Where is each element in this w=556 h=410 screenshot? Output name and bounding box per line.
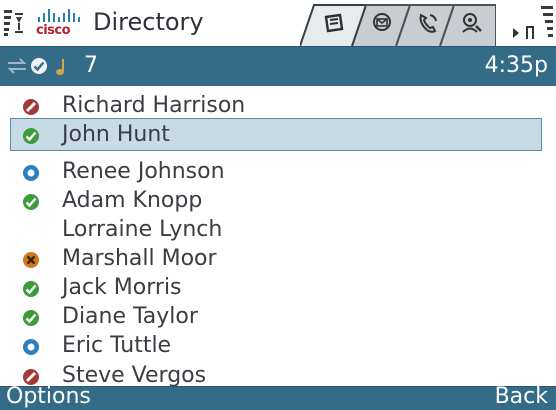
handset-icon [526,26,534,39]
tabs-scroll-right-icon[interactable] [513,28,519,38]
contact-row[interactable]: Richard Harrison [0,92,556,120]
app-title: Directory [93,8,204,36]
contact-name: Steve Vergos [62,363,207,386]
contact-row[interactable]: Renee Johnson [0,158,556,186]
contact-row[interactable]: Lorraine Lynch [0,216,556,244]
tab-contacts[interactable] [300,3,366,46]
contact-name: Adam Knopp [62,188,203,213]
presence-search-icon [462,13,482,33]
contact-list: Richard Harrison John Hunt Renee Johnson… [0,86,556,386]
wifi-signal-icon [541,6,553,40]
signal-strength-icon [4,10,12,36]
clock-time: 4:35p [484,53,548,78]
cisco-logo: cisco [36,8,80,40]
contact-name: Renee Johnson [62,159,225,184]
tab-strip [300,3,556,46]
contact-row[interactable]: Marshall Moor [0,245,556,273]
busy-status-icon [23,99,39,115]
contact-name: Diane Taylor [62,304,198,329]
contact-name: Eric Tuttle [62,333,172,358]
available-status-icon [23,281,39,297]
contact-name: John Hunt [62,122,170,147]
battery-icon [15,13,23,33]
status-count: 7 [84,53,98,78]
contact-row[interactable]: Steve Vergos [0,362,556,386]
messages-icon [373,13,391,31]
contact-row[interactable]: Jack Morris [0,274,556,302]
softkey-bar: Options Back [0,384,556,410]
contact-row-selected[interactable]: John Hunt [0,121,556,149]
transfer-arrows-icon [7,58,27,74]
available-status-icon [23,194,39,210]
cisco-wordmark: cisco [36,23,71,38]
contact-row[interactable]: Diane Taylor [0,303,556,331]
contact-name: Richard Harrison [62,93,246,118]
contact-row[interactable]: Eric Tuttle [0,332,556,360]
available-status-icon [23,128,39,144]
contact-name: Marshall Moor [62,246,217,271]
status-bar: 7 4:35p [0,46,556,86]
contact-name: Lorraine Lynch [62,217,223,242]
music-note-icon [56,59,64,75]
available-status-icon [23,310,39,326]
phone-call-icon [419,13,437,33]
away-status-icon [23,165,39,181]
options-softkey[interactable]: Options [6,384,91,409]
away-status-icon [23,339,39,355]
available-check-icon [31,58,47,74]
back-softkey[interactable]: Back [495,384,548,409]
contact-name: Jack Morris [62,275,182,300]
contact-row[interactable]: Adam Knopp [0,187,556,215]
top-bar: cisco Directory [0,0,556,46]
contacts-card-icon [324,13,344,33]
dnd-status-icon [23,252,39,268]
